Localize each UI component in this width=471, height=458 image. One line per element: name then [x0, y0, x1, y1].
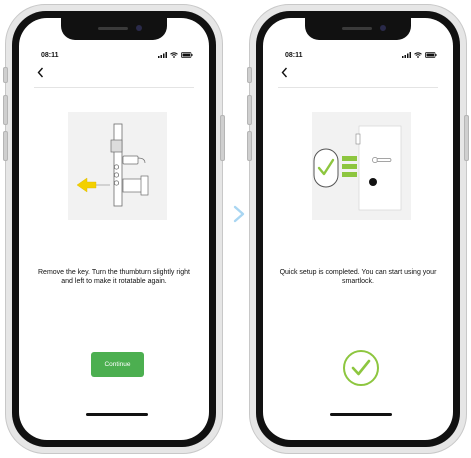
checkmark-circle-icon: [343, 350, 379, 386]
phone-bezel: 08:11: [12, 11, 216, 447]
header-divider: [278, 87, 438, 88]
chevron-left-icon: [281, 67, 288, 78]
power-button: [464, 115, 469, 161]
home-indicator[interactable]: [86, 413, 148, 416]
phone-frame-step-remove-key: 08:11 Remove the key. Turn the thumbturn…: [3, 4, 225, 454]
phone-notch: [305, 18, 411, 40]
status-icons: [402, 52, 437, 58]
app-screen: 08:11: [19, 18, 209, 440]
volume-down-button: [247, 131, 252, 161]
status-icons: [158, 52, 193, 58]
wifi-icon: [414, 52, 422, 58]
phone-notch: [61, 18, 167, 40]
power-button: [220, 115, 225, 161]
battery-icon: [181, 52, 193, 58]
mute-switch: [3, 67, 8, 83]
continue-button[interactable]: Continue: [91, 352, 144, 377]
volume-down-button: [3, 131, 8, 161]
wifi-icon: [170, 52, 178, 58]
mute-switch: [247, 67, 252, 83]
battery-icon: [425, 52, 437, 58]
volume-up-button: [3, 95, 8, 125]
completion-text: Quick setup is completed. You can start …: [279, 269, 437, 285]
volume-up-button: [247, 95, 252, 125]
checkmark-icon: [351, 359, 371, 376]
chevron-right-arrow-icon: [233, 205, 245, 223]
chevron-left-icon: [37, 67, 44, 78]
signal-icon: [402, 52, 411, 58]
header-divider: [34, 87, 194, 88]
speaker-grille: [342, 27, 372, 30]
status-time: 08:11: [41, 52, 59, 59]
back-button[interactable]: [37, 67, 44, 80]
status-time: 08:11: [285, 52, 303, 59]
app-screen: 08:11: [263, 18, 453, 440]
front-camera: [136, 25, 142, 31]
speaker-grille: [98, 27, 128, 30]
front-camera: [380, 25, 386, 31]
instruction-text: Remove the key. Turn the thumbturn sligh…: [38, 269, 190, 285]
home-indicator[interactable]: [330, 413, 392, 416]
phone-frame-step-complete: 08:11 Quick setup is completed. You can …: [247, 4, 469, 454]
back-button[interactable]: [281, 67, 288, 80]
smartlock-connected-illustration: [312, 112, 411, 220]
phone-bezel: 08:11: [256, 11, 460, 447]
signal-icon: [158, 52, 167, 58]
remove-key-illustration: [68, 112, 167, 220]
